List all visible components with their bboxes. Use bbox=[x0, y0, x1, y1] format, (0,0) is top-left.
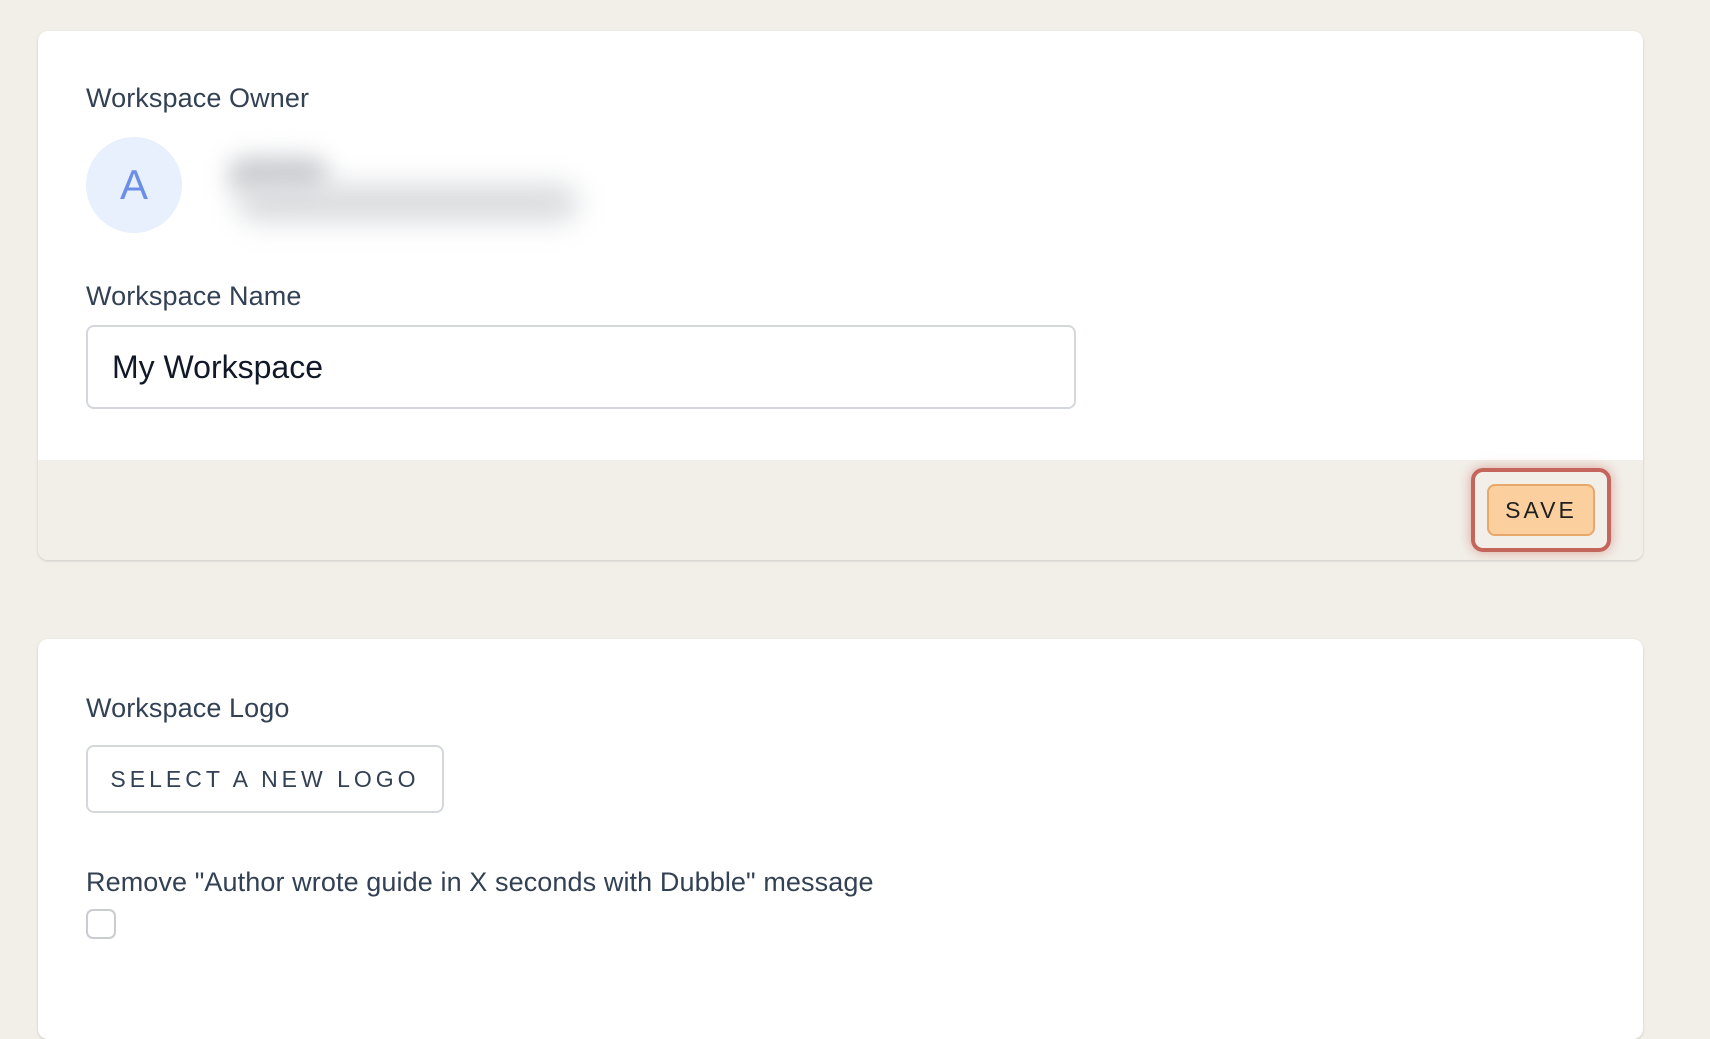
owner-details-redacted bbox=[218, 135, 618, 235]
workspace-name-input[interactable] bbox=[86, 325, 1076, 409]
workspace-logo-body: Workspace Logo SELECT A NEW LOGO Remove … bbox=[38, 639, 1643, 939]
owner-avatar: A bbox=[86, 137, 182, 233]
workspace-owner-row: A bbox=[86, 137, 1595, 233]
workspace-name-label: Workspace Name bbox=[86, 281, 302, 311]
remove-message-checkbox[interactable] bbox=[86, 909, 116, 939]
owner-email-redacted bbox=[238, 185, 578, 221]
save-button[interactable]: SAVE bbox=[1487, 484, 1595, 536]
workspace-logo-label: Workspace Logo bbox=[86, 693, 290, 723]
workspace-settings-footer: SAVE bbox=[38, 460, 1643, 560]
workspace-logo-card: Workspace Logo SELECT A NEW LOGO Remove … bbox=[38, 639, 1643, 1039]
workspace-settings-card: Workspace Owner A Workspace Name SAVE bbox=[38, 31, 1643, 560]
workspace-settings-body: Workspace Owner A Workspace Name bbox=[38, 31, 1643, 409]
select-new-logo-button[interactable]: SELECT A NEW LOGO bbox=[86, 745, 444, 813]
save-button-highlight: SAVE bbox=[1471, 468, 1611, 552]
workspace-owner-label: Workspace Owner bbox=[86, 83, 310, 113]
remove-message-label: Remove "Author wrote guide in X seconds … bbox=[86, 867, 874, 897]
